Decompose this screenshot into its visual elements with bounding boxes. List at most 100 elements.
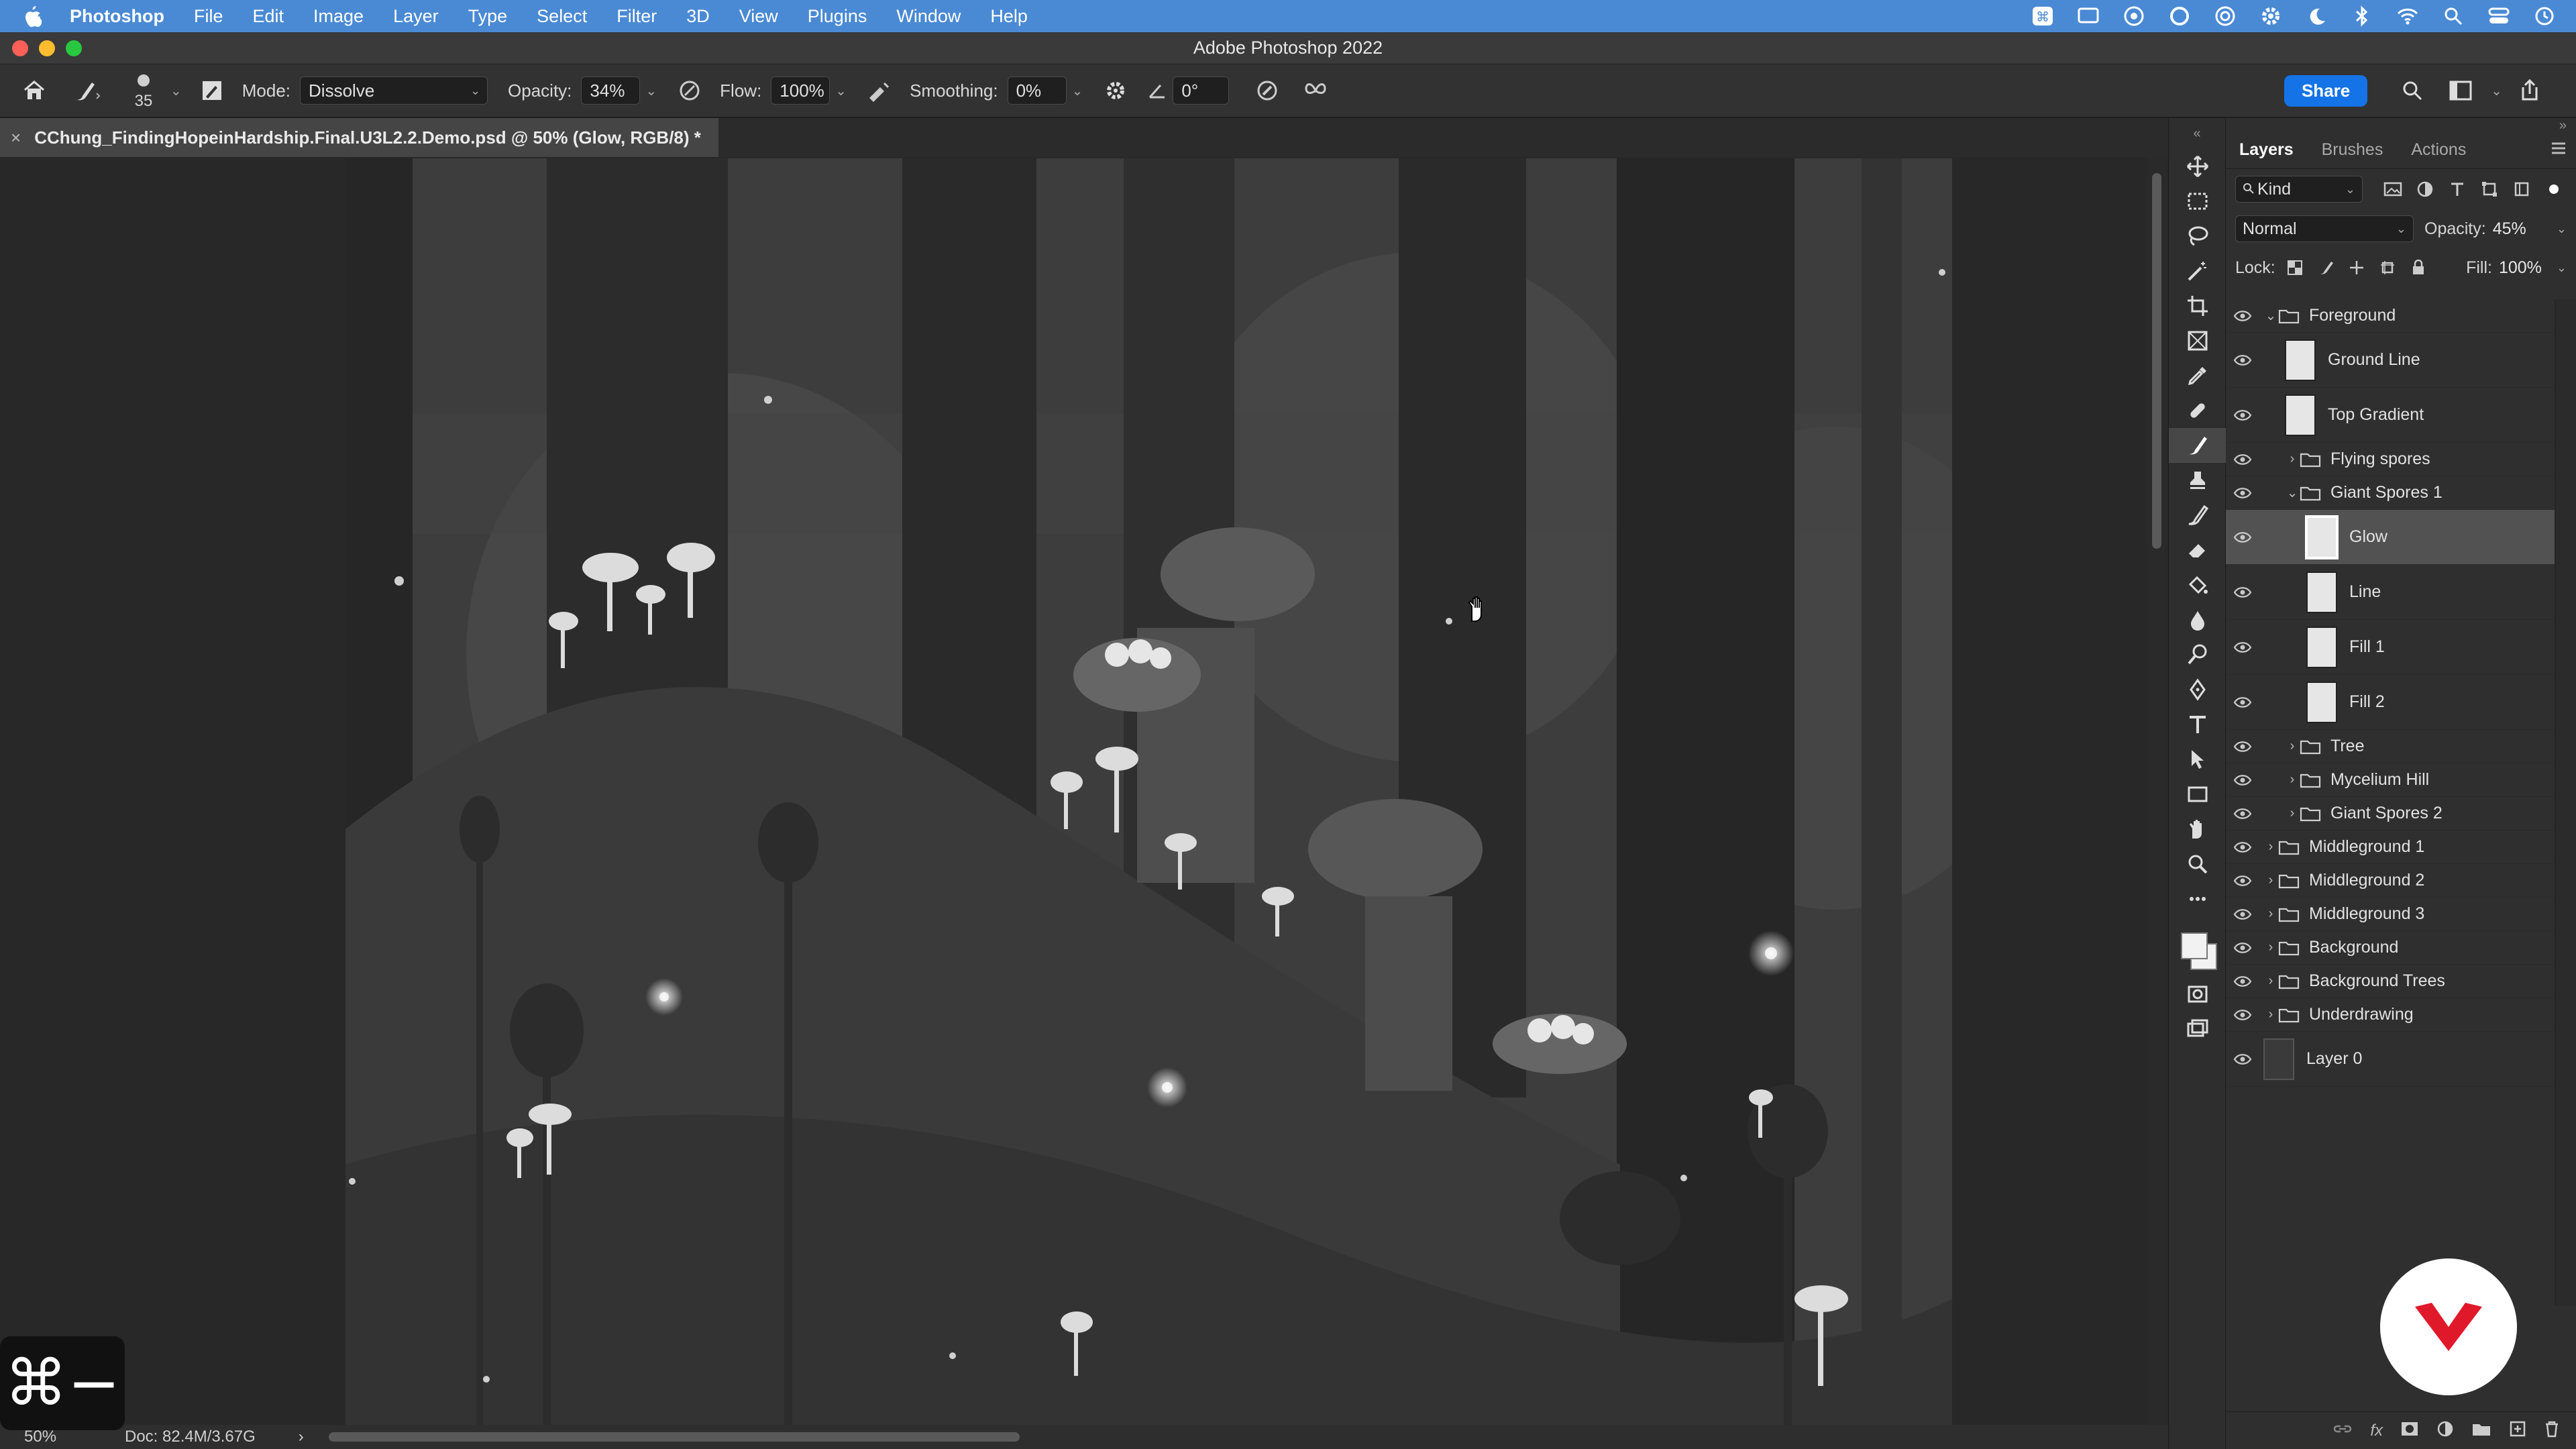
layer-group-row[interactable]: › Giant Spores 2: [2226, 797, 2555, 830]
move-tool-icon[interactable]: [2169, 149, 2226, 184]
brush-tool-icon[interactable]: [2169, 428, 2226, 463]
new-adjustment-layer-icon[interactable]: [2436, 1420, 2454, 1441]
canvas-vertical-scrollbar[interactable]: [2147, 157, 2167, 1425]
add-mask-icon[interactable]: [2400, 1421, 2419, 1440]
search-icon[interactable]: [2442, 6, 2465, 26]
link-layers-icon[interactable]: [2332, 1422, 2353, 1439]
delete-layer-icon[interactable]: [2544, 1420, 2560, 1441]
layer-group-row[interactable]: › Underdrawing: [2226, 998, 2555, 1032]
menu-edit[interactable]: Edit: [253, 6, 284, 27]
visibility-eye-icon[interactable]: [2226, 576, 2259, 609]
wifi-icon[interactable]: [2396, 6, 2419, 26]
visibility-eye-icon[interactable]: [2226, 898, 2259, 931]
filter-smart-objects-icon[interactable]: [2512, 179, 2532, 199]
lock-transparent-pixels-icon[interactable]: [2285, 258, 2305, 278]
brush-preset-icon[interactable]: [64, 72, 111, 109]
eyedropper-tool-icon[interactable]: [2169, 358, 2226, 393]
screen-mirror-icon[interactable]: [2077, 6, 2100, 26]
eraser-tool-icon[interactable]: [2169, 533, 2226, 568]
chevron-right-icon[interactable]: ›: [2285, 739, 2300, 754]
brush-size-picker[interactable]: 35: [123, 70, 164, 111]
visibility-eye-icon[interactable]: [2226, 343, 2259, 377]
chevron-down-icon[interactable]: ⌄: [2263, 307, 2278, 324]
blend-mode-select[interactable]: Normal ⌄: [2235, 215, 2414, 242]
document-info[interactable]: Doc: 82.4M/3.67G: [125, 1428, 256, 1446]
vertical-scroll-thumb[interactable]: [2152, 173, 2161, 549]
layer-row[interactable]: Line: [2226, 565, 2555, 620]
pen-tool-icon[interactable]: [2169, 672, 2226, 707]
marquee-tool-icon[interactable]: [2169, 184, 2226, 219]
chevron-right-icon[interactable]: ›: [2263, 906, 2278, 922]
layer-row[interactable]: Top Gradient: [2226, 388, 2555, 443]
type-tool-icon[interactable]: [2169, 707, 2226, 742]
layer-opacity-value[interactable]: 45%: [2493, 219, 2526, 239]
settings-gear-icon[interactable]: [2259, 6, 2282, 26]
visibility-eye-icon[interactable]: [2226, 965, 2259, 998]
visibility-eye-icon[interactable]: [2226, 521, 2259, 554]
magic-wand-tool-icon[interactable]: [2169, 254, 2226, 288]
new-group-icon[interactable]: [2471, 1421, 2491, 1440]
layer-row[interactable]: Fill 2: [2226, 675, 2555, 730]
zoom-tool-icon[interactable]: [2169, 847, 2226, 881]
layer-row[interactable]: Fill 1: [2226, 620, 2555, 675]
accessibility-icon[interactable]: [2214, 6, 2237, 26]
chevron-down-icon[interactable]: ⌄: [2557, 261, 2567, 275]
expand-panels-icon[interactable]: »: [2559, 118, 2567, 133]
path-selection-tool-icon[interactable]: [2169, 742, 2226, 777]
artwork-canvas[interactable]: [345, 158, 1952, 1425]
more-tools-icon[interactable]: [2169, 881, 2226, 916]
angle-input[interactable]: 0°: [1173, 76, 1230, 105]
panel-menu-icon[interactable]: [2551, 140, 2567, 160]
layer-effects-icon[interactable]: fx: [2370, 1421, 2383, 1440]
visibility-eye-icon[interactable]: [2226, 443, 2259, 476]
menu-image[interactable]: Image: [313, 6, 364, 27]
chevron-down-icon[interactable]: ⌄: [170, 83, 182, 99]
menu-view[interactable]: View: [739, 6, 778, 27]
chevron-down-icon[interactable]: ⌄: [835, 83, 847, 99]
lock-all-icon[interactable]: [2408, 258, 2428, 278]
visibility-eye-icon[interactable]: [2226, 299, 2259, 333]
tab-brushes[interactable]: Brushes: [2322, 140, 2383, 160]
crop-tool-icon[interactable]: [2169, 288, 2226, 323]
hand-tool-icon[interactable]: [2169, 812, 2226, 847]
chevron-right-icon[interactable]: ›: [2263, 973, 2278, 989]
filter-type-layers-icon[interactable]: [2447, 179, 2467, 199]
dodge-tool-icon[interactable]: [2169, 637, 2226, 672]
visibility-eye-icon[interactable]: [2226, 763, 2259, 797]
chevron-down-icon[interactable]: ⌄: [2285, 484, 2300, 501]
command-icon[interactable]: ⌘: [2031, 6, 2054, 26]
layers-scrollbar[interactable]: [2556, 299, 2576, 1305]
chevron-right-icon[interactable]: ›: [2285, 772, 2300, 788]
lock-artboard-icon[interactable]: [2377, 258, 2398, 278]
pressure-size-icon[interactable]: [1249, 72, 1285, 109]
chevron-right-icon[interactable]: ›: [2263, 873, 2278, 888]
layer-group-row[interactable]: ⌄ Foreground: [2226, 299, 2555, 333]
opacity-input[interactable]: 34%: [581, 76, 641, 105]
moon-icon[interactable]: [2305, 6, 2328, 26]
visibility-eye-icon[interactable]: [2226, 631, 2259, 664]
lock-image-pixels-icon[interactable]: [2316, 258, 2336, 278]
rectangle-tool-icon[interactable]: [2169, 777, 2226, 812]
frame-tool-icon[interactable]: [2169, 323, 2226, 358]
lock-position-icon[interactable]: [2347, 258, 2367, 278]
filter-toggle-icon[interactable]: [2544, 179, 2564, 199]
chevron-right-icon[interactable]: ›: [2263, 839, 2278, 855]
zoom-level[interactable]: 50%: [24, 1428, 125, 1446]
screen-mode-icon[interactable]: [2169, 1012, 2226, 1046]
filter-adjustment-layers-icon[interactable]: [2415, 179, 2435, 199]
filter-shape-layers-icon[interactable]: [2479, 179, 2500, 199]
visibility-eye-icon[interactable]: [2226, 830, 2259, 864]
chevron-down-icon[interactable]: ⌄: [2491, 83, 2502, 99]
layer-row[interactable]: Layer 0: [2226, 1032, 2555, 1087]
blur-tool-icon[interactable]: [2169, 602, 2226, 637]
menu-app-name[interactable]: Photoshop: [70, 6, 164, 27]
menu-help[interactable]: Help: [990, 6, 1028, 27]
menu-layer[interactable]: Layer: [393, 6, 439, 27]
visibility-eye-icon[interactable]: [2226, 686, 2259, 719]
share-button[interactable]: Share: [2284, 74, 2368, 107]
close-tab-icon[interactable]: ×: [11, 127, 21, 148]
zoom-window-button[interactable]: [66, 40, 82, 56]
search-icon[interactable]: [2394, 72, 2430, 109]
layer-group-row[interactable]: › Tree: [2226, 730, 2555, 763]
visibility-eye-icon[interactable]: [2226, 797, 2259, 830]
